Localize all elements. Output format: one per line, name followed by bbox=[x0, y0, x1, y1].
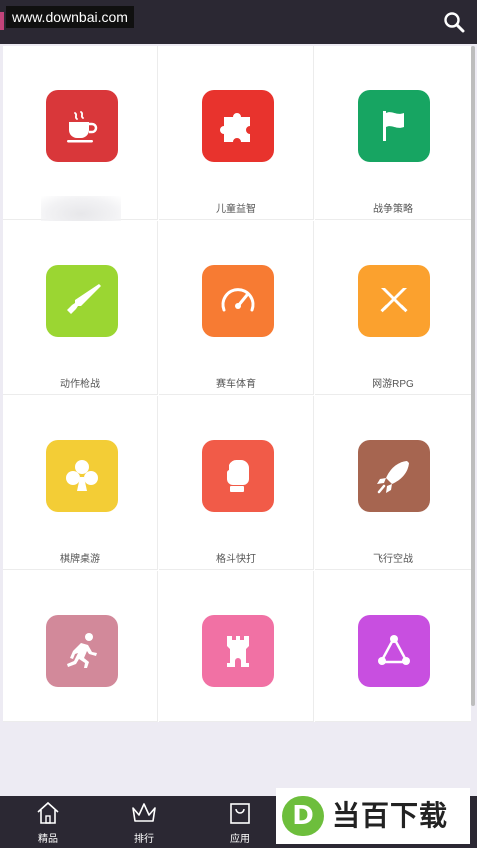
category-label: 棋牌桌游 bbox=[60, 554, 100, 565]
nav-label: 排行 bbox=[134, 834, 154, 845]
search-icon[interactable] bbox=[443, 11, 465, 33]
category-tile bbox=[202, 440, 274, 512]
runner-icon bbox=[67, 633, 97, 668]
top-bar: www.downbai.com bbox=[0, 0, 477, 44]
category-tile bbox=[358, 440, 430, 512]
puzzle-icon bbox=[220, 113, 250, 142]
category-cell-10[interactable] bbox=[3, 571, 158, 722]
category-grid: 儿童益智 战争策略 动作枪战 赛车体育 网游RPG 棋牌桌游 格斗快打 飞行空战 bbox=[3, 46, 471, 722]
castle-tower-icon bbox=[227, 636, 249, 667]
category-cell-5[interactable]: 赛车体育 bbox=[159, 221, 314, 395]
watermark-text: www.downbai.com bbox=[6, 6, 134, 28]
brand-logo: D bbox=[282, 796, 324, 836]
boxing-glove-icon bbox=[226, 459, 249, 492]
scrollbar[interactable] bbox=[471, 46, 475, 706]
brand-text: 当百下载 bbox=[332, 799, 449, 832]
category-cell-6[interactable]: 网游RPG bbox=[315, 221, 471, 395]
coffee-cup-icon bbox=[67, 111, 98, 143]
speedometer-icon bbox=[221, 288, 255, 312]
category-tile bbox=[202, 90, 274, 162]
bag-icon bbox=[230, 803, 250, 824]
nav-item-apps[interactable]: 应用 bbox=[192, 796, 288, 848]
category-label: 格斗快打 bbox=[216, 554, 256, 565]
brand-watermark: D 当百下载 bbox=[276, 788, 470, 844]
category-cell-1[interactable] bbox=[3, 46, 158, 232]
category-cell-11[interactable] bbox=[159, 571, 314, 722]
category-label: 战争策略 bbox=[373, 204, 413, 215]
category-tile bbox=[46, 615, 118, 687]
category-cell-3[interactable]: 战争策略 bbox=[315, 46, 471, 220]
category-label: 网游RPG bbox=[372, 379, 414, 390]
nav-label: 应用 bbox=[230, 834, 250, 845]
triangle-nodes-icon bbox=[378, 635, 410, 665]
category-cell-9[interactable]: 飞行空战 bbox=[315, 396, 471, 570]
category-label: 飞行空战 bbox=[373, 554, 413, 565]
category-tile bbox=[46, 265, 118, 337]
category-tile bbox=[46, 440, 118, 512]
category-label: 儿童益智 bbox=[216, 204, 256, 215]
rifle-icon bbox=[67, 284, 101, 314]
category-tile bbox=[358, 265, 430, 337]
category-tile bbox=[202, 265, 274, 337]
category-cell-8[interactable]: 格斗快打 bbox=[159, 396, 314, 570]
crossed-swords-icon bbox=[380, 288, 408, 313]
category-cell-7[interactable]: 棋牌桌游 bbox=[3, 396, 158, 570]
category-tile bbox=[358, 90, 430, 162]
category-cell-12[interactable] bbox=[315, 571, 471, 722]
club-icon bbox=[66, 460, 98, 491]
category-label: 赛车体育 bbox=[216, 379, 256, 390]
nav-item-featured[interactable]: 精品 bbox=[0, 796, 96, 848]
nav-item-ranking[interactable]: 排行 bbox=[96, 796, 192, 848]
flag-icon bbox=[383, 111, 404, 141]
home-icon bbox=[37, 801, 59, 824]
category-tile bbox=[46, 90, 118, 162]
top-bar-accent bbox=[0, 12, 4, 30]
category-tile bbox=[358, 615, 430, 687]
nav-label: 精品 bbox=[38, 834, 58, 845]
category-tile bbox=[202, 615, 274, 687]
category-cell-2[interactable]: 儿童益智 bbox=[159, 46, 314, 220]
category-cell-4[interactable]: 动作枪战 bbox=[3, 221, 158, 395]
category-label: 动作枪战 bbox=[60, 379, 100, 390]
crown-icon bbox=[132, 803, 156, 822]
rocket-icon bbox=[377, 461, 409, 494]
